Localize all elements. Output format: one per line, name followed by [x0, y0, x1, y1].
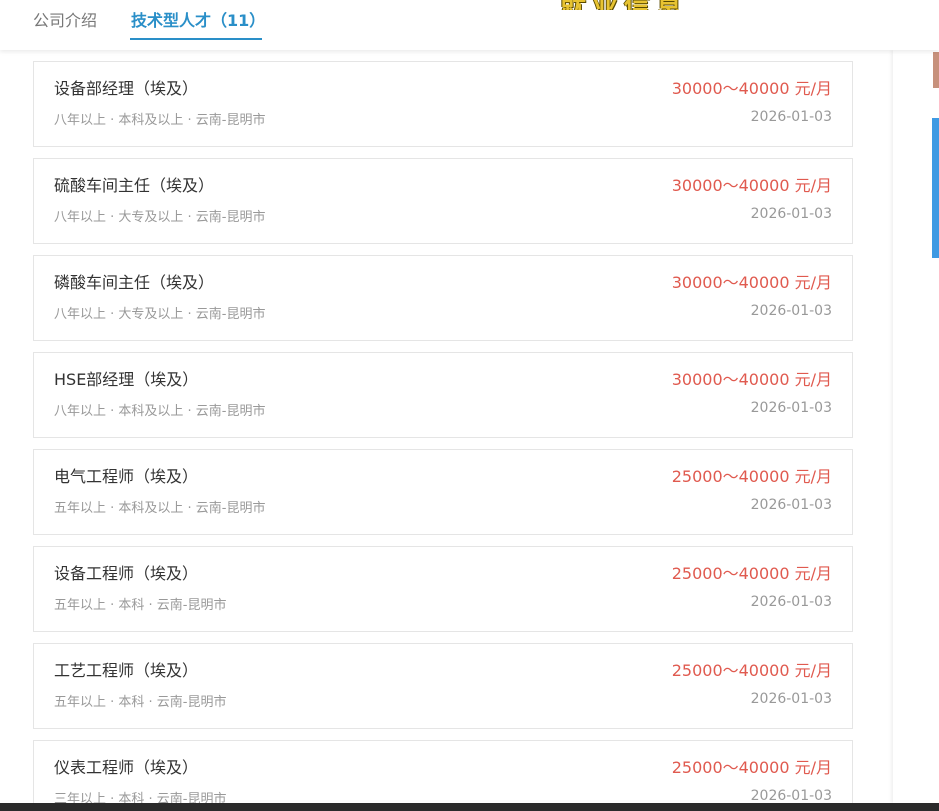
- job-salary: 25000～40000 元/月: [671, 467, 832, 486]
- job-title[interactable]: 设备部经理（埃及）: [54, 79, 198, 99]
- job-card[interactable]: 工艺工程师（埃及） 五年以上 · 本科 · 云南-昆明市 25000～40000…: [33, 643, 853, 729]
- bottom-bar: [0, 803, 939, 811]
- job-salary: 30000～40000 元/月: [671, 370, 832, 389]
- job-salary: 25000～40000 元/月: [671, 661, 832, 680]
- tab-company-intro[interactable]: 公司介绍: [33, 10, 97, 32]
- job-title[interactable]: 仪表工程师（埃及）: [54, 758, 198, 778]
- job-date: 2026-01-03: [750, 109, 832, 125]
- job-title[interactable]: HSE部经理（埃及）: [54, 370, 198, 390]
- job-card[interactable]: 硫酸车间主任（埃及） 八年以上 · 大专及以上 · 云南-昆明市 30000～4…: [33, 158, 853, 244]
- job-requirements: 八年以上 · 大专及以上 · 云南-昆明市: [54, 210, 266, 225]
- job-salary: 30000～40000 元/月: [671, 79, 832, 98]
- job-list: 设备部经理（埃及） 八年以上 · 本科及以上 · 云南-昆明市 30000～40…: [33, 61, 853, 811]
- job-title[interactable]: 工艺工程师（埃及）: [54, 661, 198, 681]
- job-card[interactable]: 仪表工程师（埃及） 三年以上 · 本科 · 云南-昆明市 25000～40000…: [33, 740, 853, 811]
- job-salary: 30000～40000 元/月: [671, 176, 832, 195]
- job-card[interactable]: 设备工程师（埃及） 五年以上 · 本科 · 云南-昆明市 25000～40000…: [33, 546, 853, 632]
- job-title[interactable]: 磷酸车间主任（埃及）: [54, 273, 214, 293]
- job-requirements: 五年以上 · 本科及以上 · 云南-昆明市: [54, 501, 266, 516]
- side-float-button[interactable]: [932, 118, 939, 258]
- job-card[interactable]: 电气工程师（埃及） 五年以上 · 本科及以上 · 云南-昆明市 25000～40…: [33, 449, 853, 535]
- job-card[interactable]: HSE部经理（埃及） 八年以上 · 本科及以上 · 云南-昆明市 30000～4…: [33, 352, 853, 438]
- active-tab-indicator: [130, 38, 262, 40]
- job-date: 2026-01-03: [750, 691, 832, 707]
- tab-technical-talent[interactable]: 技术型人才（11）: [131, 10, 265, 32]
- job-salary: 25000～40000 元/月: [671, 564, 832, 583]
- job-date: 2026-01-03: [750, 206, 832, 222]
- job-requirements: 八年以上 · 本科及以上 · 云南-昆明市: [54, 404, 266, 419]
- side-thumbnail[interactable]: [933, 52, 939, 88]
- page: 公司介绍 技术型人才（11） 就业信息 设备部经理（埃及） 八年以上 · 本科及…: [0, 0, 939, 811]
- job-requirements: 五年以上 · 本科 · 云南-昆明市: [54, 695, 227, 710]
- job-date: 2026-01-03: [750, 497, 832, 513]
- job-title[interactable]: 设备工程师（埃及）: [54, 564, 198, 584]
- job-requirements: 五年以上 · 本科 · 云南-昆明市: [54, 598, 227, 613]
- job-date: 2026-01-03: [750, 594, 832, 610]
- job-salary: 30000～40000 元/月: [671, 273, 832, 292]
- job-card[interactable]: 设备部经理（埃及） 八年以上 · 本科及以上 · 云南-昆明市 30000～40…: [33, 61, 853, 147]
- job-card[interactable]: 磷酸车间主任（埃及） 八年以上 · 大专及以上 · 云南-昆明市 30000～4…: [33, 255, 853, 341]
- job-title[interactable]: 电气工程师（埃及）: [54, 467, 198, 487]
- job-requirements: 八年以上 · 大专及以上 · 云南-昆明市: [54, 307, 266, 322]
- job-date: 2026-01-03: [750, 400, 832, 416]
- job-title[interactable]: 硫酸车间主任（埃及）: [54, 176, 214, 196]
- job-salary: 25000～40000 元/月: [671, 758, 832, 777]
- job-date: 2026-01-03: [750, 303, 832, 319]
- tab-bar: 公司介绍 技术型人才（11） 就业信息: [0, 0, 939, 50]
- job-requirements: 八年以上 · 本科及以上 · 云南-昆明市: [54, 113, 266, 128]
- banner-title-fragment: 就业信息: [560, 0, 688, 10]
